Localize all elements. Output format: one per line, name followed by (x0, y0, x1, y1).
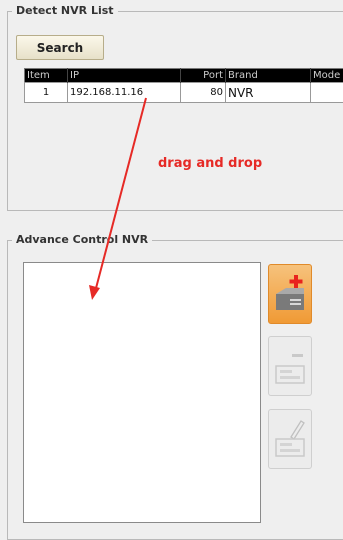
cell-model (311, 83, 343, 103)
detect-nvr-legend: Detect NVR List (12, 4, 118, 17)
search-button[interactable]: Search (16, 35, 104, 60)
col-item[interactable]: Item (25, 69, 68, 83)
remove-nvr-button[interactable] (268, 336, 312, 396)
edit-device-icon (272, 417, 308, 461)
table-row[interactable]: 1 192.168.11.16 80 NVR (25, 83, 343, 103)
table-header-row: Item IP Port Brand Mode (25, 69, 343, 83)
col-brand[interactable]: Brand (226, 69, 311, 83)
col-ip[interactable]: IP (68, 69, 181, 83)
add-device-icon (272, 272, 308, 316)
cell-item: 1 (25, 83, 68, 103)
advance-control-legend: Advance Control NVR (12, 233, 152, 246)
col-port[interactable]: Port (181, 69, 226, 83)
remove-device-icon (272, 344, 308, 388)
cell-port: 80 (181, 83, 226, 103)
drag-and-drop-annotation: drag and drop (158, 156, 262, 171)
advance-nvr-list[interactable] (23, 262, 261, 523)
nvr-table: Item IP Port Brand Mode 1 192.168.11.16 … (24, 68, 343, 103)
cell-ip: 192.168.11.16 (68, 83, 181, 103)
edit-nvr-button[interactable] (268, 409, 312, 469)
cell-brand: NVR (226, 83, 311, 103)
add-nvr-button[interactable] (268, 264, 312, 324)
col-model[interactable]: Mode (311, 69, 343, 83)
